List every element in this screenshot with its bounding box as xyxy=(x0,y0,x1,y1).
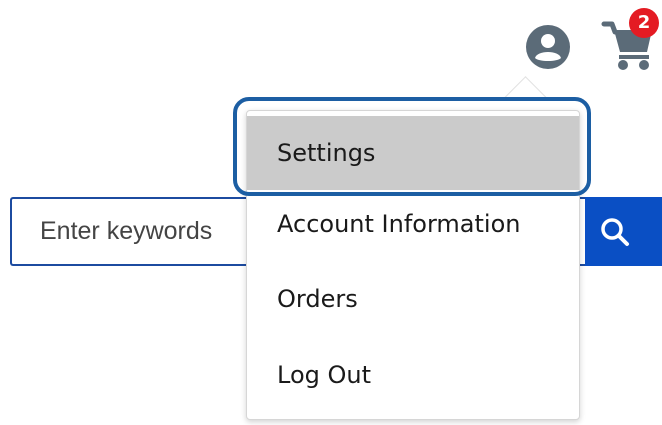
menu-item-orders[interactable]: Orders xyxy=(247,262,579,336)
account-button[interactable] xyxy=(525,24,571,70)
page: 2 Settings Account Information Orders Lo… xyxy=(0,0,662,425)
search-button[interactable] xyxy=(585,197,662,266)
account-dropdown-menu: Settings Account Information Orders Log … xyxy=(246,110,580,420)
cart-count-badge: 2 xyxy=(629,8,659,38)
search-icon xyxy=(601,218,629,246)
user-circle-icon xyxy=(526,25,570,69)
menu-item-account-information[interactable]: Account Information xyxy=(247,187,579,261)
menu-item-settings[interactable]: Settings xyxy=(247,116,579,190)
menu-item-log-out[interactable]: Log Out xyxy=(247,338,579,412)
